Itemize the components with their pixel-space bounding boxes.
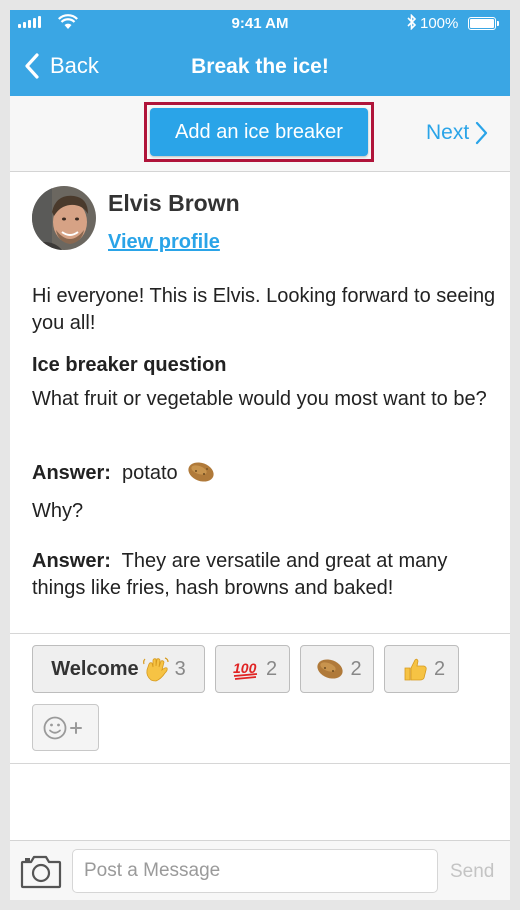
battery-icon: [468, 17, 499, 30]
nav-bar: Back Break the ice!: [10, 36, 510, 96]
answer-text: potato: [122, 462, 178, 484]
reaction-thumbs-up[interactable]: 2: [384, 645, 459, 693]
potato-icon: [188, 462, 214, 482]
phone-screen: 9:41 AM 100% Back Break the ice! Add an …: [10, 10, 510, 900]
thumbs-up-icon: [402, 656, 428, 682]
reaction-count: 2: [433, 657, 446, 680]
add-ice-breaker-button[interactable]: Add an ice breaker: [150, 108, 368, 156]
potato-icon: [316, 658, 344, 680]
question-text: What fruit or vegetable would you most w…: [32, 388, 487, 410]
bluetooth-icon: [407, 14, 417, 30]
reaction-welcome[interactable]: Welcome 3: [32, 645, 205, 693]
divider: [10, 633, 510, 634]
message-composer: Send: [10, 840, 510, 900]
send-button[interactable]: Send: [450, 861, 494, 883]
answer-row-2: Answer: They are versatile and great at …: [32, 548, 496, 602]
hundred-points-icon: 100: [232, 657, 260, 681]
question-heading: Ice breaker question: [32, 354, 227, 376]
answer-label: Answer:: [32, 462, 111, 484]
why-label: Why?: [32, 500, 84, 522]
answer-label: Answer:: [32, 550, 111, 572]
answer-row-1: Answer: potato: [32, 460, 496, 487]
add-reaction-button[interactable]: [32, 704, 99, 751]
toolbar: Add an ice breaker Next: [10, 96, 510, 172]
reaction-potato[interactable]: 2: [300, 645, 374, 693]
avatar[interactable]: [32, 186, 96, 250]
post-intro: Hi everyone! This is Elvis. Looking forw…: [32, 285, 496, 334]
reaction-count: 2: [265, 657, 278, 680]
next-label: Next: [426, 121, 470, 144]
camera-icon[interactable]: [20, 853, 62, 889]
next-button[interactable]: Next: [426, 118, 489, 148]
chevron-right-icon: [476, 121, 488, 145]
status-bar: 9:41 AM 100%: [10, 10, 510, 36]
reaction-count: 3: [174, 657, 186, 680]
message-input[interactable]: [72, 849, 438, 893]
reaction-hundred[interactable]: 100 2: [215, 645, 290, 693]
battery-percent: 100%: [420, 15, 459, 32]
reaction-label: Welcome: [51, 657, 139, 680]
waving-hand-icon: [142, 656, 169, 682]
profile-name: Elvis Brown: [108, 190, 240, 216]
reaction-count: 2: [350, 657, 362, 680]
add-emoji-icon: [43, 716, 82, 739]
divider: [10, 763, 510, 764]
view-profile-link[interactable]: View profile: [108, 231, 220, 254]
page-title: Break the ice!: [191, 55, 329, 78]
